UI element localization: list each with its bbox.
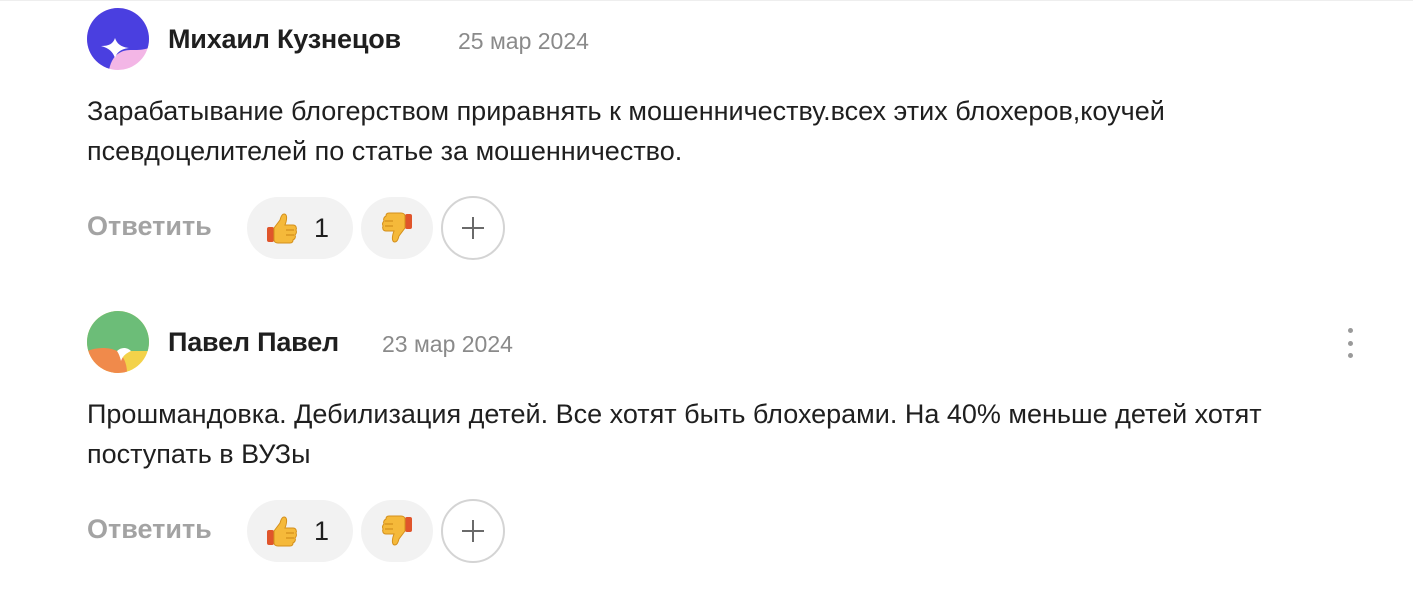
reply-button[interactable]: Ответить: [87, 211, 212, 242]
dislike-button[interactable]: [361, 500, 433, 562]
comment-date: 25 мар 2024: [458, 28, 589, 54]
comment-actions: Ответить 1: [87, 499, 1387, 563]
like-count: 1: [314, 515, 330, 546]
like-button[interactable]: 1: [247, 500, 353, 562]
comment: Павел Павел 23 мар 2024 Прошмандовка. Де…: [87, 311, 1387, 563]
comment-actions: Ответить 1: [87, 196, 1387, 260]
more-vertical-icon: [1347, 328, 1353, 333]
author-name[interactable]: Павел Павел: [168, 327, 339, 358]
comment-header: Павел Павел 23 мар 2024: [87, 311, 1387, 374]
more-vertical-icon-dot: [1347, 340, 1353, 346]
avatar[interactable]: [87, 311, 149, 373]
add-reaction-button[interactable]: [441, 499, 505, 563]
author-name[interactable]: Михаил Кузнецов: [168, 24, 401, 55]
thumbs-down-icon: [382, 212, 412, 243]
top-divider: [0, 0, 1413, 1]
avatar[interactable]: [87, 8, 149, 70]
thumbs-down-icon: [382, 515, 412, 546]
reply-button[interactable]: Ответить: [87, 514, 212, 545]
comment: Михаил Кузнецов 25 мар 2024 Зарабатывани…: [87, 8, 1387, 260]
plus-icon-vertical: [472, 520, 474, 542]
add-reaction-button[interactable]: [441, 196, 505, 260]
dislike-button[interactable]: [361, 197, 433, 259]
more-vertical-icon-dot: [1347, 353, 1353, 358]
comment-text: Зарабатывание блогерством приравнять к м…: [87, 96, 1165, 166]
comment-text: Прошмандовка. Дебилизация детей. Все хот…: [87, 399, 1262, 469]
like-button[interactable]: 1: [247, 197, 353, 259]
thumbs-up-icon: [267, 213, 297, 244]
comments-page: Михаил Кузнецов 25 мар 2024 Зарабатывани…: [0, 0, 1413, 605]
plus-icon-vertical: [472, 217, 474, 239]
comment-date: 23 мар 2024: [382, 331, 513, 357]
thumbs-up-icon: [267, 516, 297, 547]
comment-header: Михаил Кузнецов 25 мар 2024: [87, 8, 1387, 71]
more-options-button[interactable]: [1338, 328, 1362, 358]
like-count: 1: [314, 212, 330, 243]
